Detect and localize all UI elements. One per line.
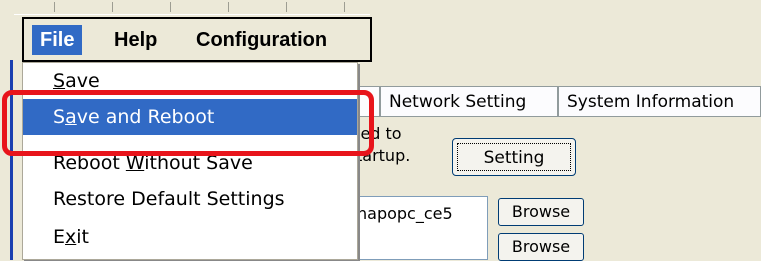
setting-button[interactable]: Setting bbox=[452, 138, 576, 176]
mnemonic: S bbox=[53, 70, 66, 92]
tab-system-information[interactable]: System Information bbox=[558, 86, 761, 116]
menu-item-save-rest: ave bbox=[65, 70, 100, 92]
menu-configuration[interactable]: Configuration bbox=[188, 25, 335, 55]
mnemonic: x bbox=[65, 226, 77, 248]
tab-network-label: Network Setting bbox=[389, 92, 527, 112]
toolbar-remnant bbox=[14, 0, 370, 15]
menu-bar: File Help Configuration bbox=[22, 17, 372, 62]
menu-file[interactable]: File bbox=[32, 25, 83, 55]
browse-button-1[interactable]: Browse bbox=[498, 198, 584, 226]
browse-button-2[interactable]: Browse bbox=[498, 233, 584, 261]
menu-help[interactable]: Help bbox=[106, 25, 165, 55]
prefix: E bbox=[53, 226, 66, 248]
menu-item-exit[interactable]: Exit bbox=[23, 219, 357, 255]
tab-sysinfo-label: System Information bbox=[567, 92, 735, 112]
highlight-annotation bbox=[2, 90, 374, 156]
suffix: it bbox=[76, 226, 89, 248]
tab-network-setting[interactable]: Network Setting bbox=[380, 86, 558, 116]
setting-button-label: Setting bbox=[457, 143, 571, 171]
menu-item-restore-defaults[interactable]: Restore Default Settings bbox=[23, 181, 357, 217]
